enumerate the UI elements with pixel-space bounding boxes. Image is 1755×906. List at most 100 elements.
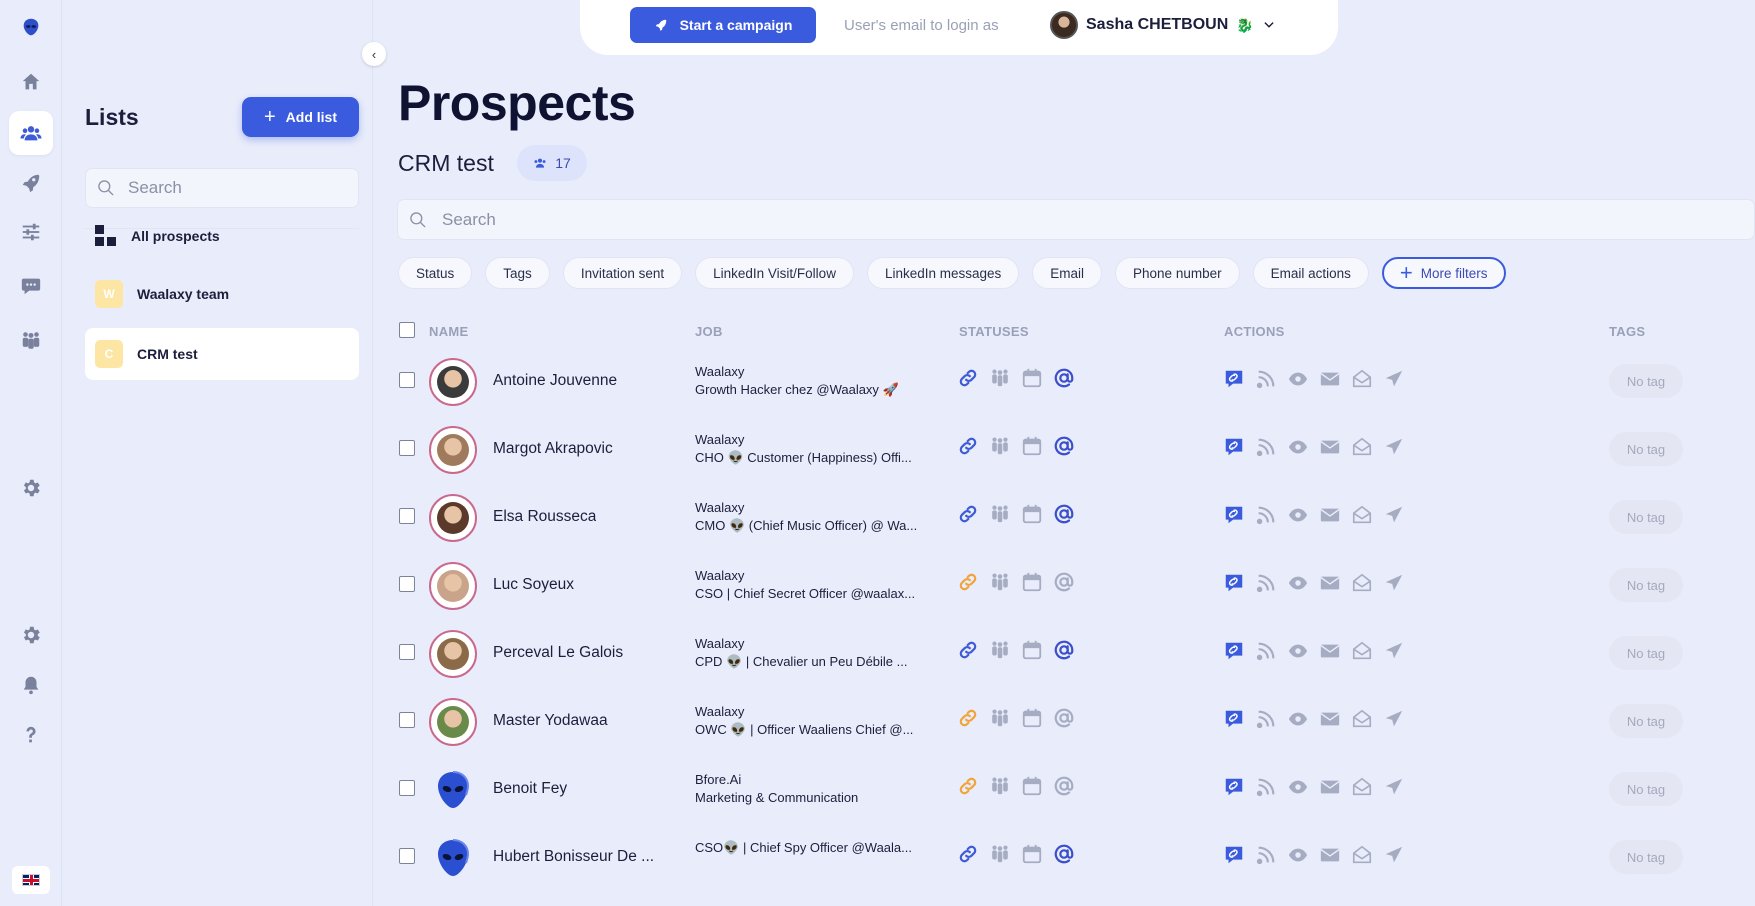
linkedin-message-icon[interactable]: [1223, 504, 1245, 531]
eye-visit-icon[interactable]: [1287, 572, 1309, 599]
linkedin-message-icon[interactable]: [1223, 708, 1245, 735]
table-row[interactable]: Antoine Jouvenne Waalaxy Growth Hacker c…: [397, 347, 1755, 415]
mail-icon[interactable]: [1319, 640, 1341, 667]
send-icon[interactable]: [1383, 844, 1405, 871]
column-name[interactable]: NAME: [429, 324, 468, 339]
open-mail-icon[interactable]: [1351, 504, 1373, 531]
user-menu[interactable]: Sasha CHETBOUN 🐉: [1050, 11, 1276, 39]
mail-icon[interactable]: [1319, 776, 1341, 803]
prospect-name[interactable]: Master Yodawaa: [493, 712, 608, 730]
lists-search-input[interactable]: [128, 178, 328, 198]
send-icon[interactable]: [1383, 640, 1405, 667]
row-checkbox[interactable]: [399, 780, 415, 796]
prospect-name[interactable]: Elsa Rousseca: [493, 508, 596, 526]
linkedin-message-icon[interactable]: [1223, 844, 1245, 871]
filter-linkedin-visit-follow[interactable]: LinkedIn Visit/Follow: [695, 257, 854, 289]
filter-tags[interactable]: Tags: [485, 257, 550, 289]
send-icon[interactable]: [1383, 504, 1405, 531]
lists-search-field[interactable]: [85, 168, 359, 208]
mail-icon[interactable]: [1319, 368, 1341, 395]
row-checkbox[interactable]: [399, 440, 415, 456]
open-mail-icon[interactable]: [1351, 844, 1373, 871]
eye-visit-icon[interactable]: [1287, 640, 1309, 667]
tag-badge[interactable]: No tag: [1609, 704, 1683, 738]
mail-icon[interactable]: [1319, 572, 1341, 599]
tag-badge[interactable]: No tag: [1609, 772, 1683, 806]
mail-icon[interactable]: [1319, 708, 1341, 735]
logo-icon[interactable]: [9, 5, 53, 49]
tag-badge[interactable]: No tag: [1609, 568, 1683, 602]
send-icon[interactable]: [1383, 368, 1405, 395]
table-row[interactable]: Luc Soyeux Waalaxy CSO | Chief Secret Of…: [397, 551, 1755, 619]
eye-visit-icon[interactable]: [1287, 776, 1309, 803]
eye-visit-icon[interactable]: [1287, 504, 1309, 531]
row-checkbox[interactable]: [399, 644, 415, 660]
rss-follow-icon[interactable]: [1255, 708, 1277, 735]
filter-linkedin-messages[interactable]: LinkedIn messages: [866, 257, 1020, 289]
rss-follow-icon[interactable]: [1255, 504, 1277, 531]
tag-badge[interactable]: No tag: [1609, 432, 1683, 466]
select-all-checkbox[interactable]: [399, 322, 415, 338]
rss-follow-icon[interactable]: [1255, 844, 1277, 871]
prospects-search-input[interactable]: [442, 209, 1042, 230]
tag-badge[interactable]: No tag: [1609, 840, 1683, 874]
table-row[interactable]: Perceval Le Galois Waalaxy CPD 👽 | Cheva…: [397, 619, 1755, 687]
sliders-icon[interactable]: [9, 210, 53, 254]
table-row[interactable]: Master Yodawaa Waalaxy OWC 👽 | Officer W…: [397, 687, 1755, 755]
open-mail-icon[interactable]: [1351, 436, 1373, 463]
send-icon[interactable]: [1383, 572, 1405, 599]
send-icon[interactable]: [1383, 436, 1405, 463]
row-checkbox[interactable]: [399, 372, 415, 388]
gear-icon[interactable]: [9, 466, 53, 510]
table-row[interactable]: Benoit Fey Bfore.Ai Marketing & Communic…: [397, 755, 1755, 823]
collapse-panel-button[interactable]: ‹: [362, 42, 386, 66]
linkedin-message-icon[interactable]: [1223, 368, 1245, 395]
row-checkbox[interactable]: [399, 508, 415, 524]
send-icon[interactable]: [1383, 776, 1405, 803]
rss-follow-icon[interactable]: [1255, 436, 1277, 463]
prospect-name[interactable]: Benoit Fey: [493, 780, 567, 798]
add-list-button[interactable]: + Add list: [242, 97, 359, 137]
more-filters-button[interactable]: + More filters: [1381, 257, 1506, 289]
filter-email-actions[interactable]: Email actions: [1252, 257, 1369, 289]
table-row[interactable]: Margot Akrapovic Waalaxy CHO 👽 Customer …: [397, 415, 1755, 483]
help-icon[interactable]: [9, 713, 53, 757]
rss-follow-icon[interactable]: [1255, 572, 1277, 599]
rss-follow-icon[interactable]: [1255, 640, 1277, 667]
filter-status[interactable]: Status: [398, 257, 473, 289]
open-mail-icon[interactable]: [1351, 368, 1373, 395]
mail-icon[interactable]: [1319, 436, 1341, 463]
linkedin-message-icon[interactable]: [1223, 776, 1245, 803]
row-checkbox[interactable]: [399, 712, 415, 728]
start-campaign-button[interactable]: Start a campaign: [630, 7, 816, 43]
list-item-all-prospects[interactable]: All prospects: [85, 210, 359, 262]
row-checkbox[interactable]: [399, 848, 415, 864]
open-mail-icon[interactable]: [1351, 708, 1373, 735]
bell-icon[interactable]: [9, 663, 53, 707]
language-flag-icon[interactable]: [12, 866, 50, 894]
eye-visit-icon[interactable]: [1287, 708, 1309, 735]
row-checkbox[interactable]: [399, 576, 415, 592]
prospect-name[interactable]: Hubert Bonisseur De ...: [493, 848, 654, 866]
column-job[interactable]: JOB: [695, 324, 723, 339]
open-mail-icon[interactable]: [1351, 572, 1373, 599]
tag-badge[interactable]: No tag: [1609, 636, 1683, 670]
filter-email[interactable]: Email: [1032, 257, 1103, 289]
linkedin-message-icon[interactable]: [1223, 640, 1245, 667]
prospect-name[interactable]: Antoine Jouvenne: [493, 372, 617, 390]
prospect-name[interactable]: Margot Akrapovic: [493, 440, 613, 458]
list-item-waalaxy-team[interactable]: W Waalaxy team: [85, 268, 359, 320]
list-item-crm-test[interactable]: C CRM test: [85, 328, 359, 380]
send-icon[interactable]: [1383, 708, 1405, 735]
mail-icon[interactable]: [1319, 504, 1341, 531]
prospect-name[interactable]: Luc Soyeux: [493, 576, 574, 594]
table-row[interactable]: Hubert Bonisseur De ... CSO👽 | Chief Spy…: [397, 823, 1755, 891]
eye-visit-icon[interactable]: [1287, 436, 1309, 463]
home-icon[interactable]: [9, 60, 53, 104]
linkedin-message-icon[interactable]: [1223, 572, 1245, 599]
tag-badge[interactable]: No tag: [1609, 364, 1683, 398]
open-mail-icon[interactable]: [1351, 640, 1373, 667]
filter-invitation-sent[interactable]: Invitation sent: [562, 257, 683, 289]
users-icon[interactable]: [9, 111, 53, 155]
rss-follow-icon[interactable]: [1255, 368, 1277, 395]
